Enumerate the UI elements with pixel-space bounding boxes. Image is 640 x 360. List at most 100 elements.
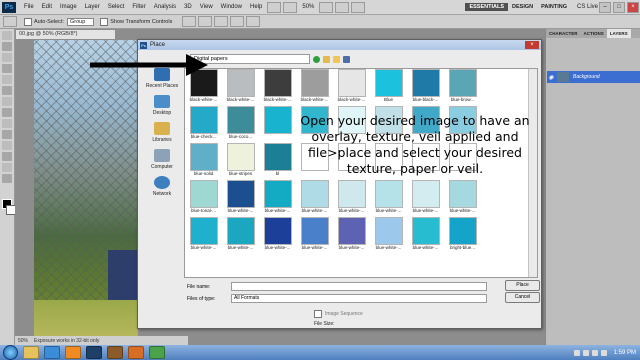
menu-edit[interactable]: Edit <box>38 4 56 10</box>
distribute-icon[interactable] <box>246 16 261 27</box>
place-libraries[interactable]: Libraries <box>142 122 182 148</box>
workspace-design[interactable]: DESIGN <box>508 3 537 11</box>
up-folder-icon[interactable] <box>323 55 330 63</box>
bridge-task-icon[interactable] <box>107 346 123 359</box>
cancel-button[interactable]: Cancel <box>505 292 540 303</box>
place-button[interactable]: Place <box>505 280 540 291</box>
file-item[interactable]: blue-brow... <box>444 69 481 103</box>
tray-icon[interactable] <box>573 349 580 356</box>
file-item[interactable]: blue-white-... <box>222 180 259 214</box>
document-tab[interactable]: 00.jpg @ 50% (RGB/8*) <box>16 30 115 39</box>
marquee-tool-icon[interactable] <box>2 42 12 51</box>
place-desktop[interactable]: Desktop <box>142 95 182 121</box>
minibridge-icon[interactable] <box>283 1 298 13</box>
place-computer[interactable]: Computer <box>142 149 182 175</box>
menu-select[interactable]: Select <box>104 4 129 10</box>
history-brush-icon[interactable] <box>2 130 12 139</box>
menu-filter[interactable]: Filter <box>128 4 149 10</box>
file-item[interactable]: blue-white-... <box>370 180 407 214</box>
chrome-icon[interactable] <box>149 346 165 359</box>
crop-tool-icon[interactable] <box>2 75 12 84</box>
zoom-level[interactable]: 50% <box>298 4 318 10</box>
back-icon[interactable] <box>313 55 320 63</box>
align-icon[interactable] <box>182 16 197 27</box>
eyedropper-tool-icon[interactable] <box>2 86 12 95</box>
file-item[interactable]: blue-white-... <box>370 217 407 251</box>
file-item[interactable]: blue-white-... <box>259 180 296 214</box>
file-item[interactable]: black-white-... <box>222 69 259 103</box>
file-item[interactable]: black-white-... <box>259 69 296 103</box>
menu-image[interactable]: Image <box>56 4 81 10</box>
file-item[interactable]: blue-white-... <box>296 217 333 251</box>
explorer-icon[interactable] <box>23 346 39 359</box>
file-item[interactable]: blue-coco... <box>222 106 259 140</box>
dodge-tool-icon[interactable] <box>2 174 12 183</box>
lasso-tool-icon[interactable] <box>2 53 12 62</box>
file-item[interactable]: blue-white-... <box>185 217 222 251</box>
file-item[interactable]: black-white-... <box>296 69 333 103</box>
file-type-select[interactable]: All Formats <box>231 294 487 303</box>
ie-icon[interactable] <box>44 346 60 359</box>
photoshop-task-icon[interactable] <box>86 346 102 359</box>
file-item[interactable]: black-white-... <box>333 69 370 103</box>
file-item[interactable]: blue-tonal-... <box>185 180 222 214</box>
align-icon[interactable] <box>198 16 213 27</box>
menu-3d[interactable]: 3D <box>180 4 196 10</box>
file-item[interactable]: blue-white-... <box>222 217 259 251</box>
file-item[interactable]: blue-check... <box>185 106 222 140</box>
network-tray-icon[interactable] <box>591 349 598 356</box>
media-player-icon[interactable] <box>65 346 81 359</box>
file-item[interactable]: blue-white-... <box>296 180 333 214</box>
image-sequence-checkbox[interactable] <box>314 310 322 318</box>
tab-character[interactable]: CHARACTER <box>546 29 581 38</box>
file-item[interactable]: blue-black-... <box>407 69 444 103</box>
move-tool-icon[interactable] <box>3 16 17 27</box>
menu-layer[interactable]: Layer <box>81 4 104 10</box>
file-item[interactable]: blue-white-... <box>407 180 444 214</box>
stamp-tool-icon[interactable] <box>2 119 12 128</box>
file-item[interactable]: Blue <box>370 69 407 103</box>
start-button[interactable] <box>3 345 18 360</box>
file-item[interactable]: blue-white-... <box>407 217 444 251</box>
bridge-icon[interactable] <box>267 1 282 13</box>
place-network[interactable]: Network <box>142 176 182 202</box>
zoom-tool-icon[interactable] <box>335 1 350 13</box>
menu-file[interactable]: File <box>20 4 38 10</box>
eye-icon[interactable]: ◉ <box>547 74 555 81</box>
view-menu-icon[interactable] <box>343 55 350 63</box>
firefox-icon[interactable] <box>128 346 144 359</box>
menu-view[interactable]: View <box>196 4 217 10</box>
workspace-essentials[interactable]: ESSENTIALS <box>465 3 509 11</box>
healing-tool-icon[interactable] <box>2 97 12 106</box>
file-item[interactable]: blue-white-... <box>333 217 370 251</box>
menu-help[interactable]: Help <box>246 4 266 10</box>
minimize-icon[interactable]: – <box>599 1 611 13</box>
transform-controls-checkbox[interactable] <box>100 17 109 26</box>
tab-layers[interactable]: LAYERS <box>606 29 631 38</box>
move-tool-icon[interactable] <box>2 31 12 40</box>
gradient-tool-icon[interactable] <box>2 152 12 161</box>
close-icon[interactable]: × <box>627 1 639 13</box>
file-item[interactable]: blue-white-... <box>444 180 481 214</box>
menu-analysis[interactable]: Analysis <box>150 4 180 10</box>
arrange-docs-icon[interactable] <box>351 1 366 13</box>
tab-actions[interactable]: ACTIONS <box>581 29 607 38</box>
eraser-tool-icon[interactable] <box>2 141 12 150</box>
file-item[interactable]: blue-white-... <box>259 217 296 251</box>
file-item[interactable]: blue-white-... <box>333 180 370 214</box>
cs-live-link[interactable]: CS Live <box>577 4 598 10</box>
menu-window[interactable]: Window <box>217 4 246 10</box>
new-folder-icon[interactable] <box>333 55 340 63</box>
align-icon[interactable] <box>214 16 229 27</box>
file-item[interactable]: blue-solid <box>185 143 222 177</box>
tray-icon[interactable] <box>582 349 589 356</box>
dialog-close-icon[interactable]: × <box>525 41 539 49</box>
blur-tool-icon[interactable] <box>2 163 12 172</box>
layer-row-background[interactable]: ◉ Background <box>547 71 640 83</box>
auto-select-dropdown[interactable]: Group <box>66 17 95 26</box>
file-item[interactable]: bright-blue... <box>444 217 481 251</box>
volume-icon[interactable] <box>600 349 607 356</box>
file-name-input[interactable] <box>231 282 487 291</box>
file-item[interactable]: blue-stripes <box>222 143 259 177</box>
clock[interactable]: 1:59 PM <box>614 350 636 356</box>
